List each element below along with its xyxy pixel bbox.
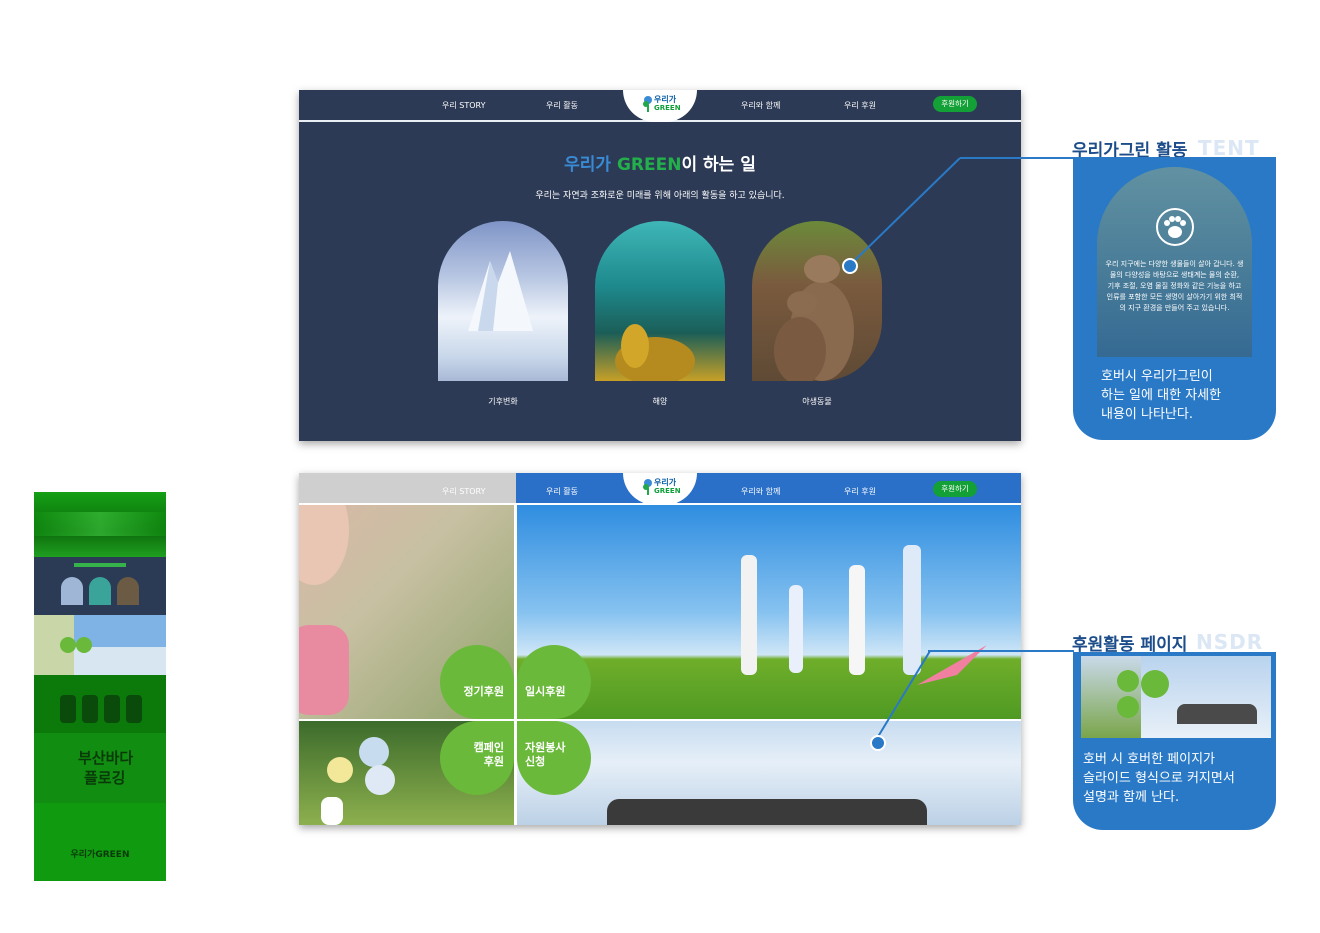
thumb-hero-section xyxy=(34,492,166,557)
tree-logo-icon xyxy=(643,96,652,112)
thumb-footer-section: 우리가GREEN xyxy=(34,803,166,881)
activity-annotation-description: 호버시 우리가그린이 하는 일에 대한 자세한 내용이 나타난다. xyxy=(1101,369,1222,422)
connector-diagonal xyxy=(875,650,931,741)
thumb-activity-section xyxy=(34,557,166,615)
page-thumbnail: 부산바다 플로깅 우리가GREEN xyxy=(34,492,166,881)
nav-item-story[interactable]: 우리 STORY xyxy=(442,100,485,111)
thumb-support-section xyxy=(34,615,166,675)
thumb-footer-word: 우리가GREEN xyxy=(70,850,130,860)
hover-point-dot xyxy=(842,258,858,274)
hover-preview-text: 우리 지구에는 다양한 생물들이 살아 갑니다. 생 물의 다양성을 바탕으로 … xyxy=(1105,260,1244,312)
annotation-ghost-text: NSDR xyxy=(1196,630,1264,654)
nav-item-activity[interactable]: 우리 활동 xyxy=(546,486,578,497)
nav-item-support[interactable]: 우리 후원 xyxy=(844,486,876,497)
climate-card-label: 기후변화 xyxy=(488,397,518,406)
logo[interactable]: 우리가 GREEN xyxy=(623,90,697,122)
campaign-support-bubble[interactable]: 캠페인 후원 xyxy=(440,721,514,795)
nav-item-together[interactable]: 우리와 함께 xyxy=(741,100,780,111)
volunteer-bubble[interactable]: 자원봉사 신청 xyxy=(517,721,591,795)
connector-line xyxy=(960,157,1078,159)
volunteer-panel[interactable] xyxy=(517,721,1021,825)
hover-preview-image xyxy=(1081,656,1271,738)
climate-card-image[interactable] xyxy=(438,221,568,381)
nav-item-together[interactable]: 우리와 함께 xyxy=(741,486,780,497)
activity-annotation-card: 우리 지구에는 다양한 생물들이 살아 갑니다. 생 물의 다양성을 바탕으로 … xyxy=(1073,157,1276,440)
logo-text-2: GREEN xyxy=(654,487,681,495)
one-time-support-panel[interactable] xyxy=(517,505,1021,719)
top-nav: 우리 STORY 우리 활동 우리와 함께 우리 후원 후원하기 우리가 GRE… xyxy=(299,90,1021,122)
support-annotation-description: 호버 시 호버한 페이지가 슬라이드 형식으로 커지면서 설명과 함께 난다. xyxy=(1083,752,1235,805)
one-time-support-bubble[interactable]: 일시후원 xyxy=(517,645,591,719)
ocean-card-image[interactable] xyxy=(595,221,725,381)
hover-preview-image: 우리 지구에는 다양한 생물들이 살아 갑니다. 생 물의 다양성을 바탕으로 … xyxy=(1097,167,1252,357)
thumb-campaign-section xyxy=(34,675,166,733)
tree-logo-icon xyxy=(643,479,652,495)
logo-text-2: GREEN xyxy=(654,104,681,112)
regular-support-bubble[interactable]: 정기후원 xyxy=(440,645,514,719)
nav-item-support[interactable]: 우리 후원 xyxy=(844,100,876,111)
connector-line xyxy=(928,650,1074,652)
donate-button[interactable]: 후원하기 xyxy=(933,481,977,497)
nav-item-activity[interactable]: 우리 활동 xyxy=(546,100,578,111)
thumb-plogging-section: 부산바다 플로깅 xyxy=(34,733,166,803)
donate-button[interactable]: 후원하기 xyxy=(933,96,977,112)
ocean-card-label: 해양 xyxy=(652,397,668,406)
nav-item-story[interactable]: 우리 STORY xyxy=(442,486,485,497)
paw-icon xyxy=(1156,208,1194,246)
thumb-word-2: 플로깅 xyxy=(84,769,126,787)
wildlife-card-label: 야생동물 xyxy=(802,397,832,406)
connector-diagonal xyxy=(849,157,961,266)
support-annotation-card: 호버 시 호버한 페이지가 슬라이드 형식으로 커지면서 설명과 함께 난다. xyxy=(1073,652,1276,830)
hover-point-dot xyxy=(870,735,886,751)
thumb-word-1: 부산바다 xyxy=(78,749,134,767)
